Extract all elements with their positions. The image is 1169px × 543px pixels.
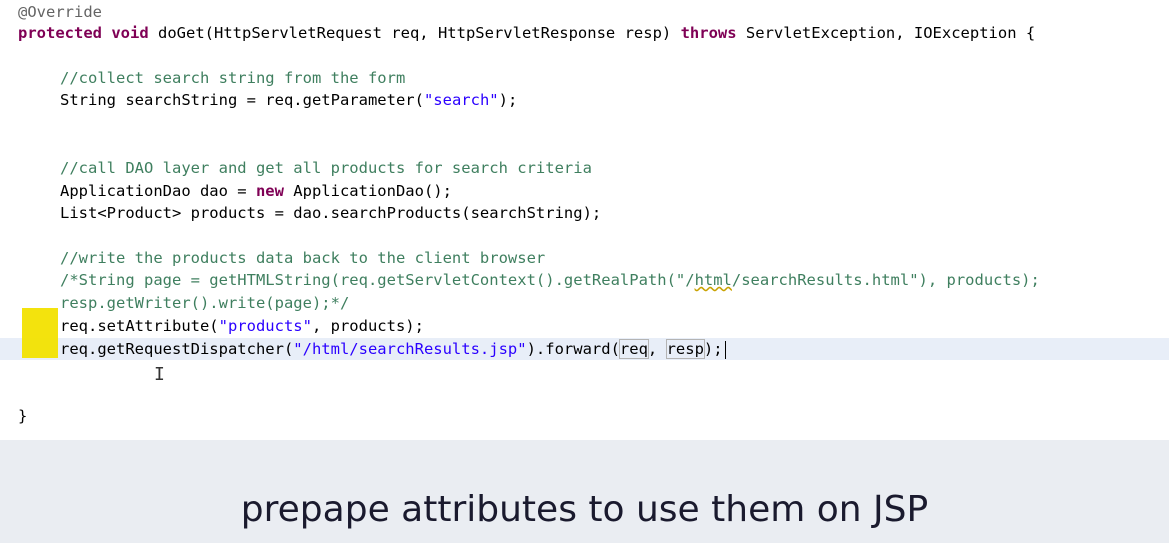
code-line-closing-brace: }	[18, 407, 28, 425]
code-line-comment-dao: //call DAO layer and get all products fo…	[60, 159, 592, 177]
string-literal: "products"	[218, 317, 312, 335]
code-line-search-string: String searchString = req.getParameter("…	[60, 89, 517, 111]
string-literal: "/html/searchResults.jsp"	[293, 340, 527, 358]
keyword-protected: protected	[18, 24, 102, 42]
string-literal: "search"	[423, 91, 499, 109]
highlighter-marker	[22, 308, 58, 358]
method-signature-text: doGet(HttpServletRequest req, HttpServle…	[148, 24, 681, 42]
code-text: ,	[647, 340, 667, 358]
code-line-method-signature: protected void doGet(HttpServletRequest …	[18, 22, 1035, 44]
code-line-override: @Override	[18, 3, 102, 21]
code-editor[interactable]: @Override protected void doGet(HttpServl…	[0, 0, 1169, 440]
code-line-forward: req.getRequestDispatcher("/html/searchRe…	[60, 338, 726, 360]
code-text: req.getRequestDispatcher(	[60, 340, 294, 358]
occurrence-req: req	[618, 339, 649, 359]
text-caret	[724, 340, 726, 359]
keyword-void: void	[111, 24, 149, 42]
code-line-set-attribute: req.setAttribute("products", products);	[60, 315, 424, 337]
code-text: req.setAttribute(	[60, 317, 219, 335]
comment-text: /searchResults.html"), products);	[731, 271, 1040, 289]
keyword-new: new	[255, 182, 284, 200]
code-text: String searchString = req.getParameter(	[60, 91, 424, 109]
code-text: ).forward(	[526, 340, 620, 358]
code-line-dao-new: ApplicationDao dao = new ApplicationDao(…	[60, 180, 452, 202]
code-line-comment-collect: //collect search string from the form	[60, 69, 406, 87]
code-text: , products);	[311, 317, 424, 335]
code-line-block-comment-2: resp.getWriter().write(page);*/	[60, 294, 350, 312]
video-caption: prepape attributes to use them on JSP	[240, 489, 929, 530]
code-text: );	[703, 340, 723, 358]
exceptions-text: ServletException, IOException {	[736, 24, 1036, 42]
code-line-comment-write: //write the products data back to the cl…	[60, 249, 546, 267]
ibeam-cursor-icon: I	[154, 364, 165, 385]
comment-text: /*String page = getHTMLString(req.getSer…	[60, 271, 695, 289]
spelling-warning: html	[694, 271, 732, 289]
occurrence-resp: resp	[665, 339, 705, 359]
code-text: ApplicationDao();	[283, 182, 452, 200]
screen: @Override protected void doGet(HttpServl…	[0, 0, 1169, 543]
code-text: );	[498, 91, 518, 109]
code-text: ApplicationDao dao =	[60, 182, 256, 200]
keyword-throws: throws	[680, 24, 737, 42]
code-line-block-comment-1: /*String page = getHTMLString(req.getSer…	[60, 269, 1040, 291]
code-line-products-list: List<Product> products = dao.searchProdu…	[60, 204, 602, 222]
